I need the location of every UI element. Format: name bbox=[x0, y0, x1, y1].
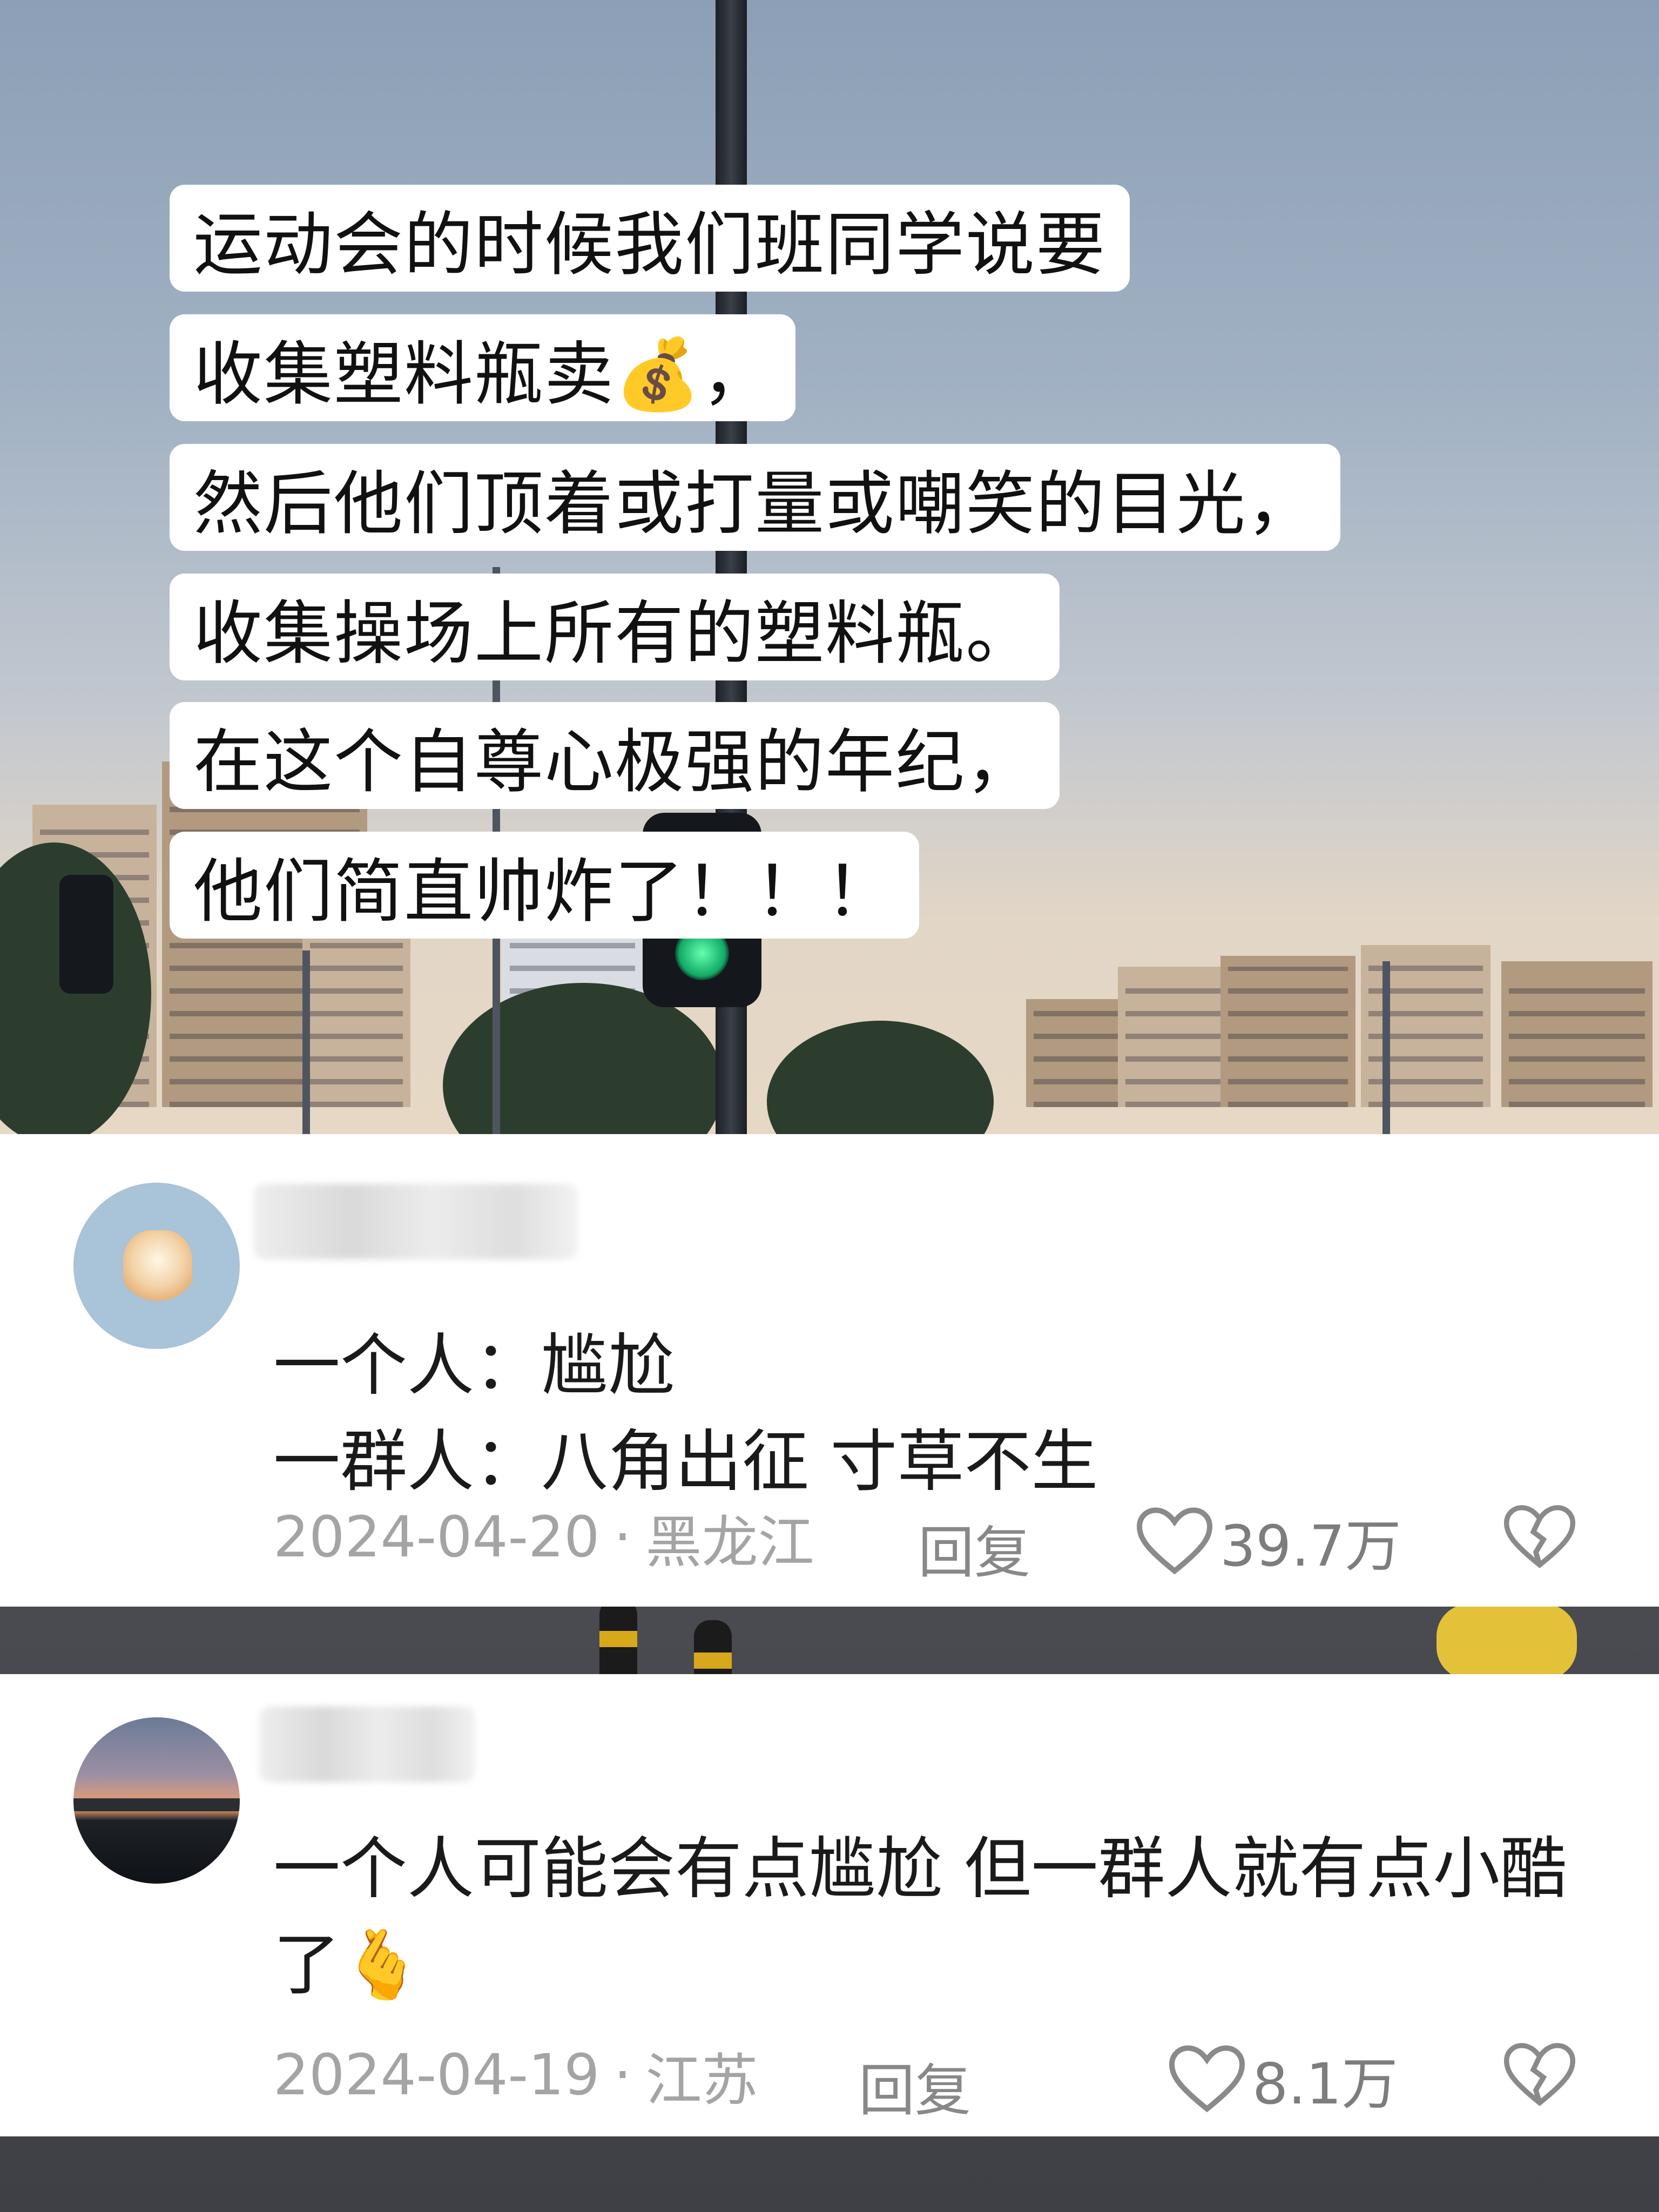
comment-text-line: 了🫰 bbox=[273, 1926, 424, 2004]
comment-text-line: 一个人：尴尬 bbox=[273, 1327, 676, 1405]
light-pole bbox=[1382, 961, 1390, 1150]
comment-card: 一个人：尴尬 一群人：八角出征 寸草不生 2024-04-20 · 黑龙江 回复… bbox=[0, 1134, 1659, 1607]
sunset-avatar-icon bbox=[73, 1798, 240, 1811]
bollard bbox=[599, 1599, 637, 1680]
broken-heart-icon[interactable] bbox=[1504, 2041, 1575, 2108]
user-avatar[interactable] bbox=[73, 1183, 240, 1349]
bollard bbox=[694, 1620, 732, 1680]
comment-text-line: 一群人：八角出征 寸草不生 bbox=[273, 1423, 1098, 1501]
username-blurred[interactable] bbox=[259, 1707, 475, 1782]
caption-line: 收集操场上所有的塑料瓶。 bbox=[170, 574, 1060, 680]
like-count: 39.7万 bbox=[1220, 1513, 1401, 1579]
comment-meta: 2024-04-20 · 黑龙江 bbox=[273, 1499, 814, 1575]
caption-line: 他们简直帅炸了！！！ bbox=[170, 832, 920, 939]
building bbox=[1501, 961, 1653, 1107]
like-button[interactable]: 8.1万 bbox=[1169, 2038, 1398, 2120]
cartoon-cat-avatar-icon bbox=[123, 1230, 192, 1306]
caption-line: 运动会的时候我们班同学说要 bbox=[170, 185, 1130, 292]
heart-icon bbox=[1137, 1507, 1212, 1574]
reply-button[interactable]: 回复 bbox=[918, 1507, 1030, 1588]
scooter bbox=[1437, 1604, 1577, 1680]
building bbox=[1118, 967, 1231, 1107]
meta-separator: · bbox=[613, 1504, 632, 1570]
like-count: 8.1万 bbox=[1252, 2051, 1398, 2117]
broken-heart-icon[interactable] bbox=[1504, 1503, 1575, 1570]
meta-separator: · bbox=[613, 2042, 632, 2108]
comment-meta: 2024-04-19 · 江苏 bbox=[273, 2037, 758, 2113]
comment-date: 2024-04-19 bbox=[273, 2042, 600, 2108]
heart-icon bbox=[1169, 2045, 1245, 2112]
comment-text-line: 一个人可能会有点尴尬 但一群人就有点小酷 bbox=[273, 1830, 1567, 1908]
comment-location: 黑龙江 bbox=[645, 1509, 814, 1575]
signal-pole bbox=[302, 950, 310, 1150]
like-button[interactable]: 39.7万 bbox=[1137, 1500, 1401, 1582]
building bbox=[1220, 956, 1355, 1107]
caption-line: 在这个自尊心极强的年纪， bbox=[170, 702, 1060, 809]
traffic-light bbox=[59, 875, 113, 994]
comment-date: 2024-04-20 bbox=[273, 1504, 600, 1570]
user-avatar[interactable] bbox=[73, 1717, 240, 1884]
reply-button[interactable]: 回复 bbox=[859, 2045, 971, 2126]
caption-line: 然后他们顶着或打量或嘲笑的目光， bbox=[170, 444, 1341, 551]
comment-location: 江苏 bbox=[645, 2047, 758, 2113]
building bbox=[1361, 945, 1491, 1107]
caption-line: 收集塑料瓶卖💰， bbox=[170, 314, 796, 421]
username-blurred[interactable] bbox=[254, 1184, 578, 1259]
comment-card: 一个人可能会有点尴尬 但一群人就有点小酷 了🫰 2024-04-19 · 江苏 … bbox=[0, 1674, 1659, 2136]
